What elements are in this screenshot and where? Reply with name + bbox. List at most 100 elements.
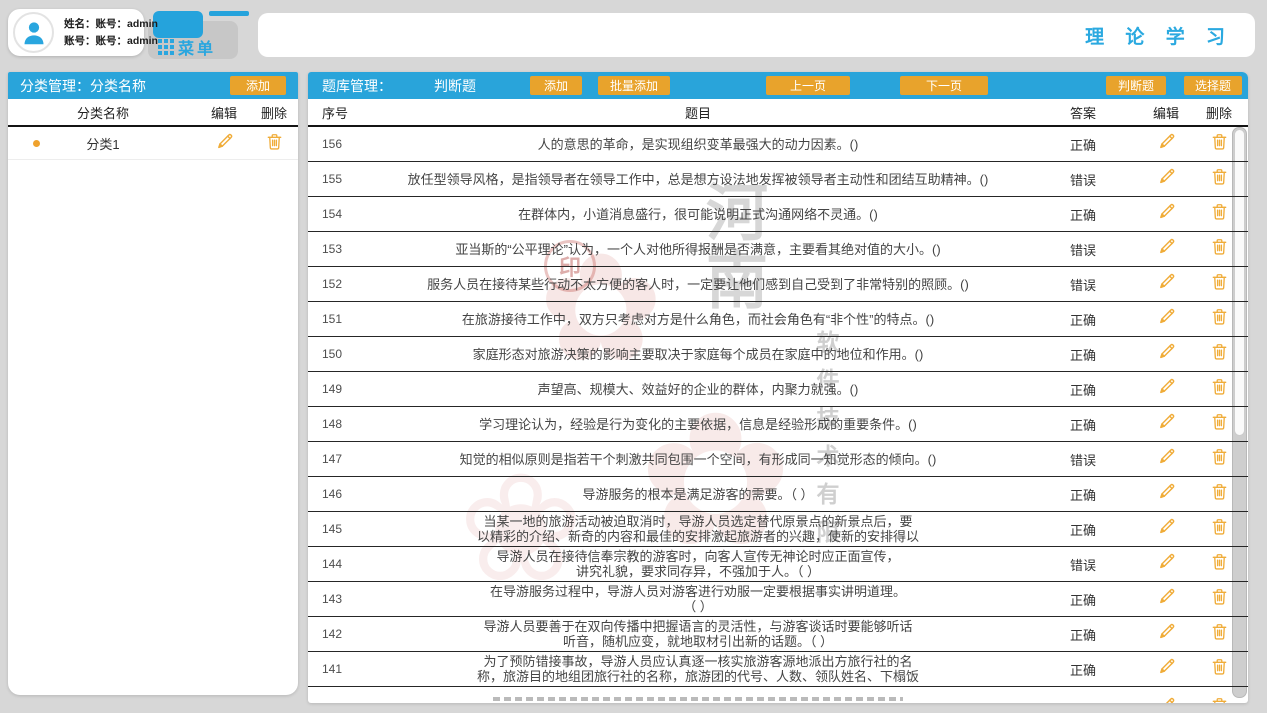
question-title: 家庭形态对旅游决策的影响主要取决于家庭每个成员在家庭中的地位和作用。() [368,347,1028,362]
table-row: 149声望高、规模大、效益好的企业的群体，内聚力就强。()正确 [308,372,1248,407]
question-panel-subtitle: 判断题 [434,76,476,96]
question-answer: 错误 [1028,170,1138,189]
edit-icon[interactable] [1157,132,1176,151]
page-title: 理 论 学 习 [1085,22,1233,49]
user-icon [19,18,49,48]
delete-icon[interactable] [1210,552,1229,571]
question-no: 143 [308,592,368,606]
question-title: 当某一地的旅游活动被迫取消时，导游人员选定替代原景点的新景点后，要 以精彩的介绍… [368,514,1028,544]
question-title: 知觉的相似原则是指若干个刺激共同包围一个空间，有形成同一知觉形态的倾向。() [368,452,1028,467]
choice-question-tab[interactable]: 选择题 [1184,76,1242,95]
category-row: 分类1 [8,127,298,160]
question-no: 153 [308,242,368,256]
table-row: 154在群体内，小道消息盛行，很可能说明正式沟通网络不灵通。()正确 [308,197,1248,232]
user-card: 姓名：账号：admin 账号：账号：admin [8,9,144,56]
clipped-text [493,697,902,701]
question-answer: 错误 [1028,450,1138,469]
delete-icon[interactable] [1210,167,1229,186]
category-panel-title: 分类管理：分类名称 [20,76,146,96]
question-answer: 正确 [1028,135,1138,154]
question-answer: 正确 [1028,520,1138,539]
edit-icon[interactable] [1157,342,1176,361]
top-bar: 理 论 学 习 [258,13,1255,57]
question-title: 为了预防错接事故，导游人员应认真逐一核实旅游客源地派出方旅行社的名 称，旅游目的… [368,654,1028,684]
edit-icon[interactable] [1157,517,1176,536]
category-col-name: 分类名称 [8,103,198,122]
table-row-clipped [308,687,1248,703]
question-no: 150 [308,347,368,361]
question-no: 154 [308,207,368,221]
question-col-answer: 答案 [1028,103,1138,122]
question-title: 导游人员在接待信奉宗教的游客时，向客人宣传无神论时应正面宣传， 讲究礼貌，要求同… [368,549,1028,579]
edit-icon[interactable] [1157,272,1176,291]
edit-icon[interactable] [1157,412,1176,431]
edit-icon[interactable] [1157,587,1176,606]
edit-icon[interactable] [1157,167,1176,186]
edit-icon[interactable] [1157,657,1176,676]
delete-icon[interactable] [265,132,284,151]
question-add-button[interactable]: 添加 [530,76,582,95]
question-panel: 河南 软件技术有限 ✿ ✿ ❀ 印 题库管理： 判断题 添加 批量添加 上一页 … [308,72,1248,703]
question-no: 146 [308,487,368,501]
question-title: 人的意思的革命，是实现组织变革最强大的动力因素。() [368,137,1028,152]
edit-icon[interactable] [1157,696,1176,703]
avatar [13,12,54,53]
menu-label: 菜单 [178,35,216,59]
question-answer: 错误 [1028,240,1138,259]
category-table-header: 分类名称 编辑 删除 [8,99,298,127]
question-answer: 正确 [1028,205,1138,224]
delete-icon[interactable] [1210,307,1229,326]
edit-icon[interactable] [1157,447,1176,466]
question-title: 在旅游接待工作中，双方只考虑对方是什么角色，而社会角色有“非个性”的特点。() [368,312,1028,327]
delete-icon[interactable] [1210,482,1229,501]
question-title: 亚当斯的“公平理论”认为，一个人对他所得报酬是否满意，主要看其绝对值的大小。() [368,242,1028,257]
edit-icon[interactable] [1157,622,1176,641]
delete-icon[interactable] [1210,622,1229,641]
delete-icon[interactable] [1210,657,1229,676]
edit-icon[interactable] [1157,377,1176,396]
delete-icon[interactable] [1210,202,1229,221]
question-answer: 正确 [1028,485,1138,504]
edit-icon[interactable] [215,132,234,151]
table-row: 151在旅游接待工作中，双方只考虑对方是什么角色，而社会角色有“非个性”的特点。… [308,302,1248,337]
edit-icon[interactable] [1157,552,1176,571]
question-no: 145 [308,522,368,536]
question-no: 156 [308,137,368,151]
edit-icon[interactable] [1157,482,1176,501]
question-table-header: 序号 题目 答案 编辑 删除 [308,99,1248,127]
table-row: 155放任型领导风格，是指领导者在领导工作中，总是想方设法地发挥被领导者主动性和… [308,162,1248,197]
question-col-edit: 编辑 [1138,103,1194,122]
category-add-button[interactable]: 添加 [230,76,286,95]
table-row: 153亚当斯的“公平理论”认为，一个人对他所得报酬是否满意，主要看其绝对值的大小… [308,232,1248,267]
delete-icon[interactable] [1210,517,1229,536]
category-col-delete: 删除 [250,103,298,122]
delete-icon[interactable] [1210,342,1229,361]
question-no: 152 [308,277,368,291]
category-col-edit: 编辑 [198,103,250,122]
delete-icon[interactable] [1210,377,1229,396]
delete-icon[interactable] [1210,237,1229,256]
category-panel-header: 分类管理：分类名称 添加 [8,72,298,99]
question-answer: 正确 [1028,345,1138,364]
next-page-button[interactable]: 下一页 [900,76,988,95]
edit-icon[interactable] [1157,307,1176,326]
table-row: 141为了预防错接事故，导游人员应认真逐一核实旅游客源地派出方旅行社的名 称，旅… [308,652,1248,687]
prev-page-button[interactable]: 上一页 [766,76,850,95]
question-answer: 正确 [1028,660,1138,679]
question-answer: 错误 [1028,275,1138,294]
delete-icon[interactable] [1210,412,1229,431]
delete-icon[interactable] [1210,132,1229,151]
question-batch-add-button[interactable]: 批量添加 [598,76,670,95]
delete-icon[interactable] [1210,696,1229,703]
folder-tab-line [209,11,249,16]
table-row: 150家庭形态对旅游决策的影响主要取决于家庭每个成员在家庭中的地位和作用。()正… [308,337,1248,372]
judge-question-tab[interactable]: 判断题 [1106,76,1166,95]
delete-icon[interactable] [1210,272,1229,291]
question-title: 学习理论认为，经验是行为变化的主要依据，信息是经验形成的重要条件。() [368,417,1028,432]
delete-icon[interactable] [1210,587,1229,606]
delete-icon[interactable] [1210,447,1229,466]
edit-icon[interactable] [1157,237,1176,256]
table-row: 144导游人员在接待信奉宗教的游客时，向客人宣传无神论时应正面宣传， 讲究礼貌，… [308,547,1248,582]
edit-icon[interactable] [1157,202,1176,221]
menu-button[interactable]: 菜单 [158,35,216,59]
